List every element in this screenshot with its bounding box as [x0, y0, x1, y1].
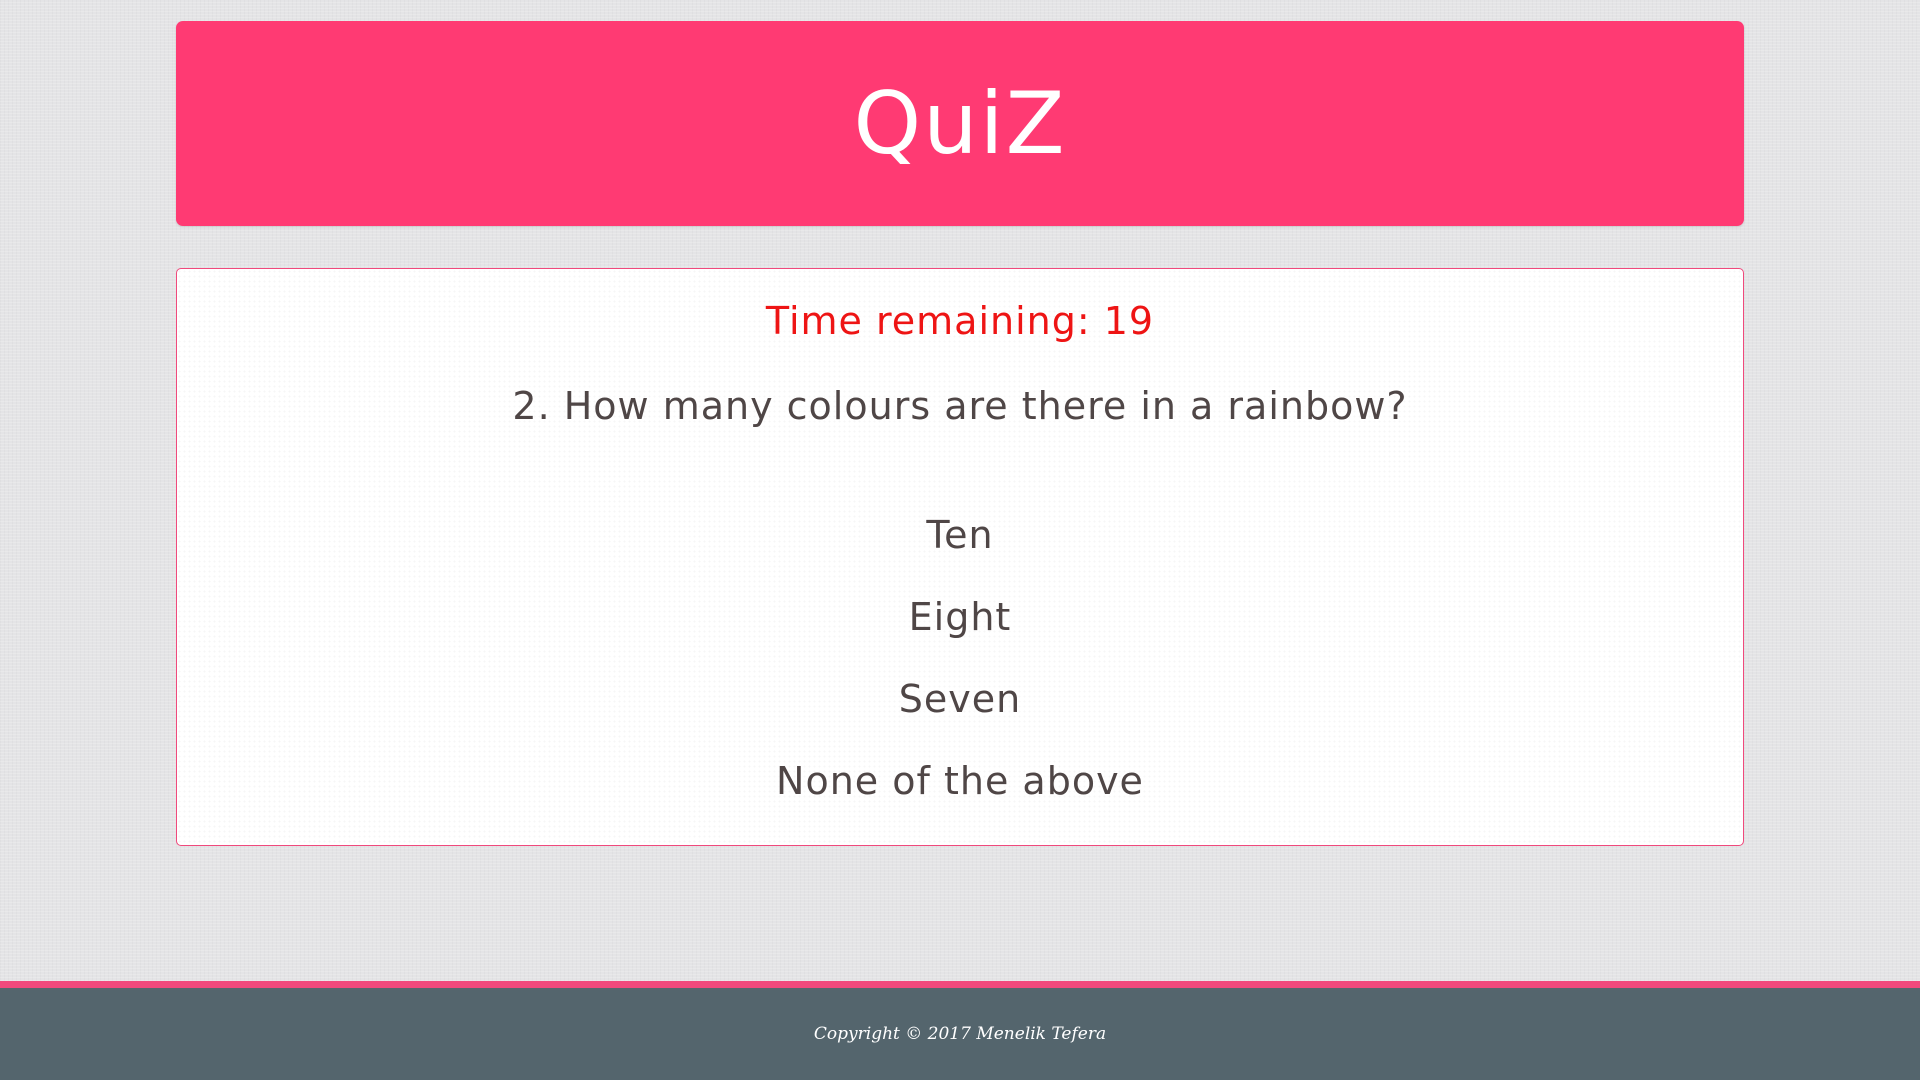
- time-remaining: Time remaining: 19: [765, 299, 1155, 343]
- quiz-header: QuiZ: [176, 21, 1744, 226]
- footer-accent-stripe: [0, 981, 1920, 988]
- quiz-card: Time remaining: 19 2. How many colours a…: [176, 268, 1744, 846]
- answer-option[interactable]: Seven: [700, 658, 1220, 740]
- answer-list: Ten Eight Seven None of the above: [177, 494, 1743, 822]
- answer-option[interactable]: Ten: [700, 494, 1220, 576]
- copyright-text: Copyright © 2017 Menelik Tefera: [813, 1024, 1107, 1044]
- page-footer: Copyright © 2017 Menelik Tefera: [0, 988, 1920, 1080]
- question-text: 2. How many colours are there in a rainb…: [512, 384, 1408, 428]
- answer-option[interactable]: Eight: [700, 576, 1220, 658]
- answer-option[interactable]: None of the above: [700, 740, 1220, 822]
- app-title: QuiZ: [853, 73, 1067, 174]
